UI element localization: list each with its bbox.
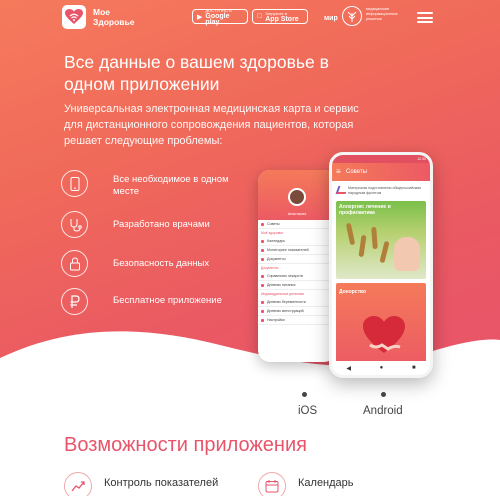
phone-nav-bar: ◀ ● ■ (332, 361, 430, 375)
platform-ios[interactable]: iOS (298, 405, 317, 417)
capability-item[interactable]: Контроль показателей (64, 472, 244, 496)
calendar-icon (258, 472, 286, 496)
source-note: Материалы подготовлены общероссийским на… (332, 181, 430, 201)
menu-item: Дневник беременности (258, 298, 336, 307)
ruble-icon (61, 288, 88, 315)
stethoscope-icon (61, 211, 88, 238)
phone-icon (61, 170, 88, 197)
menu-item: Справочник лекарств (258, 272, 336, 281)
feature-item: Бесплатное приложение (61, 288, 261, 322)
phone-mockup-menu: Анастасия Советы Моё здоровье Календарь … (258, 170, 336, 362)
partner-emblem-icon (342, 6, 362, 26)
feature-item: Все необходимое в одном месте (61, 170, 261, 204)
platform-android[interactable]: Android (363, 405, 403, 417)
menu-section: Документы (261, 266, 279, 270)
menu-item: Документы (258, 255, 336, 264)
feature-item: Разработано врачами (61, 211, 261, 245)
capability-label: Контроль показателей (104, 477, 219, 489)
capabilities-title: Возможности приложения (64, 434, 307, 456)
menu-item: Календарь (258, 237, 336, 246)
card-title: Аллергия: лечение и профилактика (339, 204, 391, 216)
menu-item: Советы (258, 220, 336, 229)
hero-title: Все данные о вашем здоровье в одном прил… (64, 52, 329, 94)
menu-item: Дневник питания (258, 281, 336, 290)
feature-label: Бесплатное приложение (113, 295, 222, 306)
menu-item: Мониторинг показателей (258, 246, 336, 255)
apple-icon:  (257, 13, 262, 20)
menu-section: Моё здоровье (261, 231, 284, 235)
capability-label: Календарь (298, 477, 354, 489)
play-icon: ▶ (197, 13, 203, 21)
menu-item: Дневник менструаций (258, 307, 336, 316)
android-dot[interactable] (381, 392, 386, 397)
menu-icon[interactable] (417, 12, 433, 23)
logo-icon[interactable] (62, 5, 86, 29)
feature-label: Безопасность данных (113, 258, 210, 269)
advice-card: Аллергия: лечение и профилактика (336, 201, 426, 279)
avatar (288, 188, 306, 206)
lock-icon (61, 250, 88, 277)
heart-icon (363, 316, 405, 353)
card-title: Донорство (339, 289, 367, 295)
feature-item: Безопасность данных (61, 250, 261, 284)
home-icon: ● (379, 365, 384, 371)
google-play-button[interactable]: ▶ ДОСТУПНО В Google play (192, 8, 248, 26)
ios-dot[interactable] (302, 392, 307, 397)
partner-name: мир (324, 15, 338, 22)
user-name: Анастасия (287, 212, 307, 216)
advice-card: Донорство (336, 283, 426, 367)
app-store-button[interactable]:  Загрузите в App Store (252, 9, 308, 24)
status-bar: 12:30 (332, 155, 430, 163)
menu-section: Индивидуальные дневники (261, 292, 304, 296)
feature-label: Все необходимое в одном месте (113, 174, 229, 197)
capability-item[interactable]: Календарь (258, 472, 398, 496)
partner-caption: медицинские информационные решения (366, 7, 398, 21)
person-image (394, 237, 420, 271)
chart-icon (64, 472, 92, 496)
app-store-label: App Store (260, 15, 298, 23)
hero-subtitle: Универсальная электронная медицинская ка… (64, 103, 359, 147)
feature-label: Разработано врачами (113, 219, 210, 230)
logo-text[interactable]: Мое Здоровье (93, 7, 153, 27)
google-play-label: Google play (205, 12, 230, 26)
recent-apps-icon: ■ (412, 365, 416, 371)
menu-item: Настройки (258, 316, 336, 325)
phone-mockup-advice: 12:30 Советы Материалы подготовлены обще… (329, 152, 433, 378)
screen-title: Советы (332, 163, 430, 181)
back-icon: ◀ (346, 365, 351, 372)
